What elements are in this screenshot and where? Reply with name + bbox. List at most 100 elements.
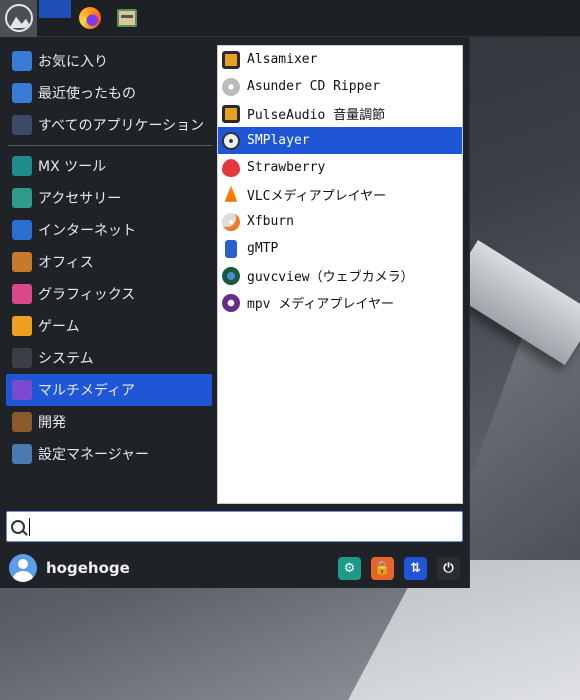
- category-label: 最近使ったもの: [38, 86, 136, 102]
- development-hammer-icon: [12, 412, 32, 432]
- menu-footer: hogehoge ⚙ 🔒 ⇅ ⏻: [0, 549, 470, 587]
- switch-user-arrows-icon: ⇅: [410, 561, 421, 576]
- category-label: オフィス: [38, 255, 94, 271]
- mpv-play-icon: [222, 293, 240, 312]
- app-label: SMPlayer: [247, 133, 310, 148]
- app-label: Xfburn: [247, 214, 294, 229]
- speaker-icon: [221, 50, 241, 70]
- category-item[interactable]: マルチメディア: [6, 374, 212, 406]
- app-item[interactable]: mpv メディアプレイヤー: [218, 289, 462, 316]
- category-item[interactable]: お気に入り: [6, 45, 212, 77]
- category-item[interactable]: ゲーム: [6, 310, 212, 342]
- vlc-cone-icon: [224, 185, 238, 202]
- category-separator: [8, 145, 212, 146]
- logout-button[interactable]: ⏻: [437, 557, 460, 580]
- app-item[interactable]: guvcview（ウェブカメラ）: [218, 262, 462, 289]
- strawberry-icon: [222, 158, 240, 177]
- top-panel: [0, 0, 580, 37]
- file-manager-launcher[interactable]: [108, 0, 145, 37]
- file-manager-icon: [116, 9, 137, 27]
- workspace-1-button[interactable]: [39, 0, 71, 18]
- office-briefcase-icon: [12, 252, 32, 272]
- games-gamepad-icon: [12, 316, 32, 336]
- category-label: グラフィックス: [38, 287, 136, 303]
- action-buttons: ⚙ 🔒 ⇅ ⏻: [338, 557, 460, 580]
- speaker-icon: [221, 104, 241, 124]
- settings-wrench-button[interactable]: ⚙: [338, 557, 361, 580]
- webcam-icon: [222, 266, 240, 285]
- settings-wrench-icon: ⚙: [343, 561, 356, 576]
- app-item[interactable]: Alsamixer: [218, 46, 462, 73]
- system-gear-icon: [12, 348, 32, 368]
- search-box[interactable]: [6, 511, 463, 542]
- category-label: マルチメディア: [38, 383, 136, 399]
- user-avatar: [9, 554, 37, 582]
- category-label: すべてのアプリケーション: [38, 118, 205, 134]
- lock-button[interactable]: 🔒: [371, 557, 394, 580]
- cd-icon: [221, 77, 241, 97]
- category-label: アクセサリー: [38, 191, 122, 207]
- strawberry-icon: [221, 158, 241, 178]
- app-label: Alsamixer: [247, 52, 318, 67]
- category-item[interactable]: グラフィックス: [6, 278, 212, 310]
- switch-user-arrows-button[interactable]: ⇅: [404, 557, 427, 580]
- cd-icon: [222, 77, 240, 96]
- category-label: 開発: [38, 415, 66, 431]
- category-label: ゲーム: [38, 319, 80, 335]
- settings-manager-icon: [12, 444, 32, 464]
- category-label: 設定マネージャー: [38, 447, 150, 463]
- app-item[interactable]: Strawberry: [218, 154, 462, 181]
- firefox-launcher[interactable]: [71, 0, 108, 37]
- category-item[interactable]: MX ツール: [6, 150, 212, 182]
- vlc-cone-icon: [221, 185, 241, 205]
- category-item[interactable]: オフィス: [6, 246, 212, 278]
- mpv-play-icon: [221, 293, 241, 313]
- webcam-icon: [221, 266, 241, 286]
- app-item[interactable]: PulseAudio 音量調節: [218, 100, 462, 127]
- application-menu: お気に入り最近使ったものすべてのアプリケーション MX ツールアクセサリー インター…: [0, 37, 470, 588]
- category-item[interactable]: 設定マネージャー: [6, 438, 212, 470]
- category-item[interactable]: 最近使ったもの: [6, 77, 212, 109]
- app-label: guvcview（ウェブカメラ）: [247, 270, 414, 285]
- logout-icon: ⏻: [443, 561, 454, 576]
- text-caret: [29, 517, 30, 536]
- app-item[interactable]: Asunder CD Ripper: [218, 73, 462, 100]
- media-player-device-icon: [221, 239, 241, 259]
- app-item[interactable]: VLCメディアプレイヤー: [218, 181, 462, 208]
- category-label: システム: [38, 351, 94, 367]
- app-list: Alsamixer Asunder CD Ripper PulseAudio 音量調…: [217, 45, 463, 504]
- mx-tools-icon: [12, 156, 32, 176]
- whisker-menu-button[interactable]: [0, 0, 37, 37]
- app-label: gMTP: [247, 241, 279, 256]
- app-item[interactable]: gMTP: [218, 235, 462, 262]
- app-item[interactable]: Xfburn: [218, 208, 462, 235]
- search-icon: [11, 519, 25, 534]
- category-item[interactable]: インターネット: [6, 214, 212, 246]
- graphics-icon: [12, 284, 32, 304]
- app-label: PulseAudio 音量調節: [247, 108, 386, 123]
- category-item[interactable]: システム: [6, 342, 212, 374]
- firefox-icon: [78, 7, 101, 29]
- app-label: VLCメディアプレイヤー: [247, 189, 387, 204]
- category-label: インターネット: [38, 223, 136, 239]
- speaker-icon: [222, 104, 240, 123]
- speaker-icon: [222, 50, 240, 69]
- category-item[interactable]: 開発: [6, 406, 212, 438]
- app-label: Asunder CD Ripper: [247, 79, 381, 94]
- accessories-icon: [12, 188, 32, 208]
- category-list: お気に入り最近使ったものすべてのアプリケーション MX ツールアクセサリー インター…: [6, 45, 212, 470]
- category-label: お気に入り: [38, 54, 108, 70]
- all-apps-icon: [12, 115, 32, 135]
- category-item[interactable]: アクセサリー: [6, 182, 212, 214]
- lock-icon: 🔒: [374, 561, 391, 576]
- xfburn-disc-icon: [221, 212, 241, 232]
- mx-linux-logo-icon: [4, 4, 33, 32]
- category-item[interactable]: すべてのアプリケーション: [6, 109, 212, 141]
- xfburn-disc-icon: [222, 212, 240, 231]
- multimedia-icon: [12, 380, 32, 400]
- recent-folder-icon: [12, 83, 32, 103]
- smplayer-film-reel-icon: [222, 131, 240, 150]
- app-label: mpv メディアプレイヤー: [247, 297, 395, 312]
- app-item[interactable]: SMPlayer: [218, 127, 462, 154]
- internet-icon: [12, 220, 32, 240]
